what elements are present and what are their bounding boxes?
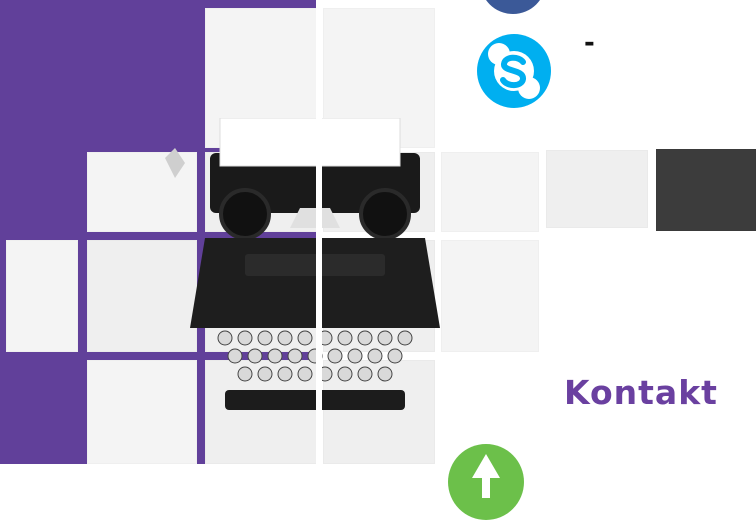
vertical-separator (316, 0, 322, 464)
image-tile (6, 240, 78, 352)
image-tile (546, 150, 648, 228)
phone-icon[interactable] (448, 444, 524, 520)
facebook-icon[interactable] (480, 0, 546, 14)
image-tile-dark (656, 149, 756, 231)
typewriter-illustration (165, 118, 440, 410)
contact-heading: Kontakt (564, 373, 718, 412)
skype-icon[interactable] (477, 34, 551, 108)
skype-contact-text: - (584, 28, 595, 58)
